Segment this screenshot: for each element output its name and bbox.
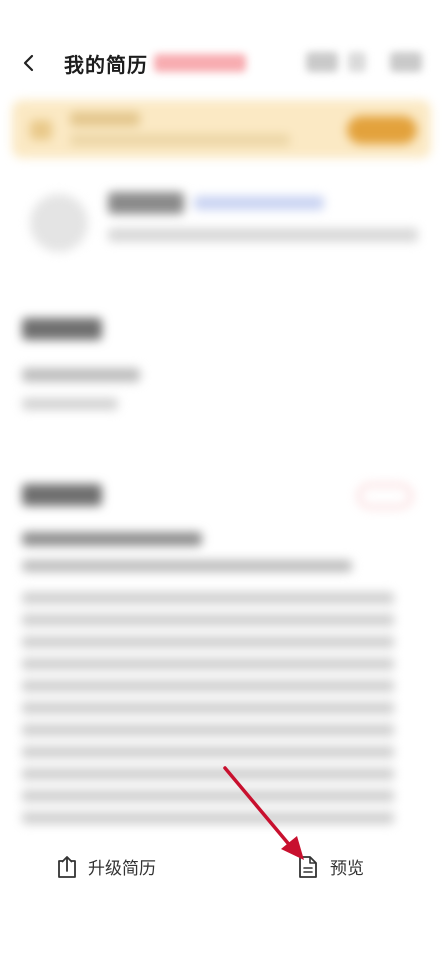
profile-tag-placeholder (194, 196, 324, 210)
profile-card[interactable] (0, 184, 443, 264)
section-work-experience[interactable] (22, 484, 422, 824)
chevron-left-icon (23, 54, 34, 72)
avatar[interactable] (30, 194, 88, 252)
back-button[interactable] (14, 48, 44, 78)
header-action-1[interactable] (306, 52, 338, 72)
profile-name-placeholder (108, 192, 184, 214)
upgrade-resume-button[interactable]: 升级简历 (56, 854, 156, 879)
header-action-3[interactable] (390, 52, 422, 72)
header-action-2[interactable] (348, 52, 366, 72)
section-line-placeholder (22, 560, 352, 572)
banner-title-placeholder (70, 112, 140, 126)
profile-info-placeholder (108, 228, 418, 242)
title-badge (154, 54, 246, 72)
section-title-placeholder (22, 484, 102, 506)
banner-action-button[interactable] (347, 116, 417, 144)
section-line-placeholder (22, 368, 140, 382)
section-job-intent[interactable] (22, 318, 140, 410)
upgrade-resume-label: 升级简历 (88, 859, 156, 879)
section-line-placeholder (22, 532, 202, 546)
preview-button[interactable]: 预览 (298, 854, 364, 879)
crown-icon (30, 120, 52, 140)
preview-label: 预览 (330, 859, 364, 879)
page-title: 我的简历 (64, 53, 148, 77)
banner-subtitle-placeholder (70, 134, 290, 146)
header-bar: 我的简历 (0, 30, 443, 94)
section-title-placeholder (22, 318, 102, 340)
section-paragraph-placeholder (22, 592, 394, 824)
section-add-button[interactable] (358, 484, 412, 508)
upload-icon (58, 855, 76, 878)
document-icon (299, 855, 317, 878)
bottom-action-bar: 升级简历 预览 (0, 840, 443, 900)
vip-banner[interactable] (12, 100, 431, 158)
section-line-placeholder (22, 398, 118, 410)
resume-content-blurred (0, 94, 443, 836)
